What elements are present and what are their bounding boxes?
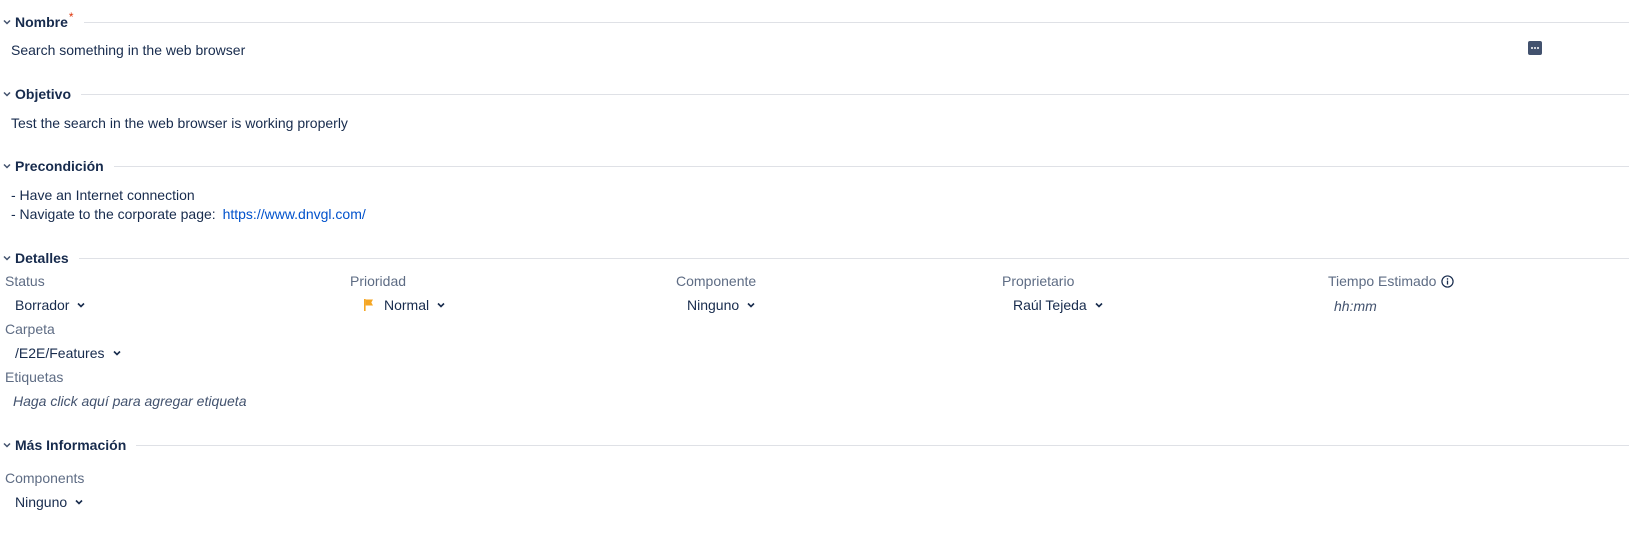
etiquetas-label: Etiquetas <box>5 369 64 385</box>
section-title: Más Información <box>15 437 127 453</box>
componente-label: Componente <box>676 273 757 289</box>
section-title: Objetivo <box>15 86 72 102</box>
section-mas-informacion-header[interactable]: Más Información <box>0 435 1629 455</box>
chevron-down-icon <box>1093 299 1105 311</box>
chevron-down-icon <box>745 299 757 311</box>
prioridad-value: Normal <box>384 297 430 313</box>
section-objetivo-header[interactable]: Objetivo <box>0 84 1629 104</box>
chevron-down-icon[interactable] <box>0 159 14 173</box>
prioridad-label: Prioridad <box>350 273 407 289</box>
section-divider <box>78 257 1629 259</box>
propietario-label: Proprietario <box>1002 273 1075 289</box>
tiempo-label-text: Tiempo Estimado <box>1328 273 1437 289</box>
prioridad-select[interactable]: Normal <box>363 297 447 313</box>
chevron-down-icon <box>111 347 123 359</box>
componente-select[interactable]: Ninguno <box>687 297 757 313</box>
section-divider <box>83 21 1629 23</box>
carpeta-select[interactable]: /E2E/Features <box>15 345 123 361</box>
more-icon[interactable] <box>1528 41 1542 55</box>
components-label: Components <box>5 470 85 486</box>
status-value: Borrador <box>15 297 70 313</box>
section-title: Precondición <box>15 158 104 174</box>
section-title: Detalles <box>15 250 69 266</box>
section-divider <box>81 93 1629 95</box>
section-title: Nombre <box>15 14 68 30</box>
carpeta-label: Carpeta <box>5 321 55 337</box>
flag-icon <box>363 298 375 312</box>
etiquetas-input[interactable]: Haga click aquí para agregar etiqueta <box>13 393 246 409</box>
chevron-down-icon[interactable] <box>0 15 14 29</box>
objetivo-value[interactable]: Test the search in the web browser is wo… <box>11 115 348 131</box>
required-marker: * <box>68 10 74 24</box>
carpeta-value: /E2E/Features <box>15 345 105 361</box>
section-precondicion-header[interactable]: Precondición <box>0 156 1629 176</box>
status-label: Status <box>5 273 45 289</box>
propietario-value: Raúl Tejeda <box>1013 297 1087 313</box>
propietario-select[interactable]: Raúl Tejeda <box>1013 297 1105 313</box>
chevron-down-icon[interactable] <box>0 251 14 265</box>
chevron-down-icon <box>75 299 87 311</box>
components-select[interactable]: Ninguno <box>15 494 85 510</box>
precondicion-line-2[interactable]: - Navigate to the corporate page: https:… <box>11 206 366 222</box>
section-nombre-header[interactable]: Nombre * <box>0 10 1629 32</box>
status-select[interactable]: Borrador <box>15 297 87 313</box>
precondicion-line-1[interactable]: - Have an Internet connection <box>11 187 195 203</box>
corporate-link[interactable]: https://www.dnvgl.com/ <box>223 206 366 222</box>
section-divider <box>136 444 1629 446</box>
chevron-down-icon <box>73 496 85 508</box>
chevron-down-icon[interactable] <box>0 438 14 452</box>
componente-value: Ninguno <box>687 297 740 313</box>
info-icon[interactable] <box>1441 274 1455 288</box>
section-detalles-header[interactable]: Detalles <box>0 248 1629 268</box>
section-divider <box>113 165 1629 167</box>
chevron-down-icon <box>435 299 447 311</box>
precondicion-line-2-text: - Navigate to the corporate page: <box>11 206 220 222</box>
components-value: Ninguno <box>15 494 68 510</box>
chevron-down-icon[interactable] <box>0 87 14 101</box>
tiempo-input[interactable]: hh:mm <box>1334 298 1377 314</box>
tiempo-label: Tiempo Estimado <box>1328 273 1455 289</box>
nombre-value[interactable]: Search something in the web browser <box>11 42 245 58</box>
